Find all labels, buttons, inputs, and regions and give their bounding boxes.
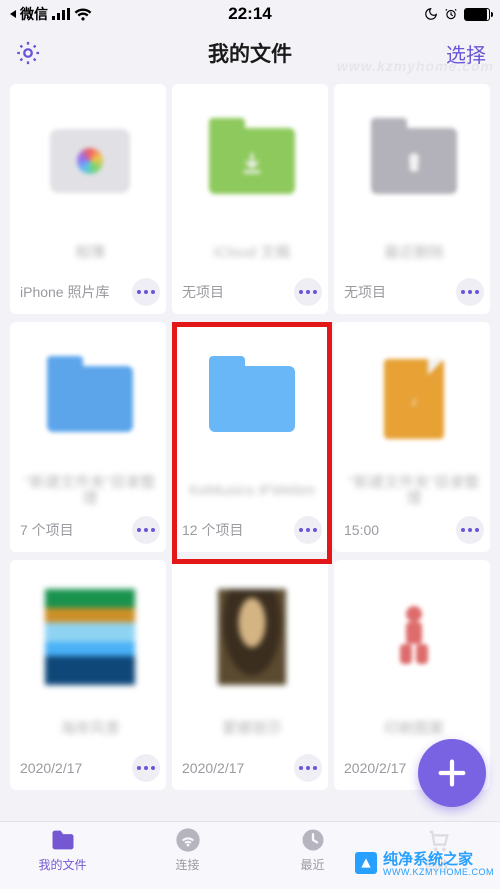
thumb [182,570,322,704]
card-subtitle: 2020/2/17 [20,760,82,776]
cart-icon [424,826,452,854]
add-button[interactable] [418,739,486,807]
card-title: iCloud 文稿 [182,234,322,272]
ellipsis-icon [137,290,155,294]
image-thumbnail [45,592,135,682]
status-right [424,7,490,21]
wifi-icon [74,8,92,21]
select-button[interactable]: 选择 [446,39,486,68]
file-card[interactable]: 海岸风景 2020/2/17 [10,560,166,790]
tab-trash[interactable]: 回收 [375,826,500,889]
file-card[interactable]: 蒙娜丽莎 2020/2/17 [172,560,328,790]
file-card[interactable]: "新建文件夹"目录整理 7 个项目 [10,322,166,552]
tab-bar: 我的文件 连接 最近 回收 [0,821,500,889]
card-subtitle: 2020/2/17 [344,760,406,776]
tab-recent[interactable]: 最近 [250,826,375,889]
tab-label: 最近 [300,856,324,873]
folder-icon [49,826,77,854]
ellipsis-icon [137,528,155,532]
more-button[interactable] [294,754,322,782]
settings-button[interactable] [14,39,42,67]
thumb [182,94,322,228]
thumb [344,570,484,704]
card-title: "新建文件夹"目录整理 [20,472,160,510]
plus-icon [435,756,469,790]
status-bar: 微信 22:14 [0,0,500,28]
trash-folder-icon [369,116,459,206]
ellipsis-icon [461,528,479,532]
clock-icon [299,826,327,854]
file-card[interactable]: 最近删除 无项目 [334,84,490,314]
card-subtitle: 无项目 [344,282,386,302]
status-app-name: 微信 [20,4,48,24]
ellipsis-icon [299,290,317,294]
page-title: 我的文件 [208,38,292,68]
more-button[interactable] [132,278,160,306]
card-title: "新建文件夹"目录整理 [344,472,484,510]
card-subtitle: 12 个项目 [182,520,243,540]
photos-library-icon [45,116,135,206]
ellipsis-icon [299,766,317,770]
thumb: ♪ [344,332,484,466]
tab-label: 连接 [175,856,199,873]
ellipsis-icon [299,528,317,532]
tab-label: 回收 [425,856,449,873]
status-left: 微信 [10,4,92,24]
file-card[interactable]: iCloud 文稿 无项目 [172,84,328,314]
more-button[interactable] [294,516,322,544]
more-button[interactable] [294,278,322,306]
back-chevron-icon [10,10,16,18]
figure-red-icon [369,592,459,682]
image-thumbnail [207,592,297,682]
card-subtitle: 无项目 [182,282,224,302]
thumb [20,570,160,704]
thumb [182,332,322,466]
more-button[interactable] [456,516,484,544]
alarm-icon [444,7,458,21]
dnd-moon-icon [424,7,438,21]
card-subtitle: 2020/2/17 [182,760,244,776]
ellipsis-icon [137,766,155,770]
signal-icon [52,8,70,20]
thumb [20,94,160,228]
icloud-folder-icon [207,116,297,206]
nav-bar: 我的文件 选择 [0,28,500,78]
tab-connect[interactable]: 连接 [125,826,250,889]
card-title: 相簿 [20,234,160,272]
more-button[interactable] [456,278,484,306]
document-orange-icon: ♪ [369,354,459,444]
more-button[interactable] [132,754,160,782]
thumb [20,332,160,466]
card-title: 海岸风景 [20,710,160,748]
file-card[interactable]: ♪ "新建文件夹"目录整理 15:00 [334,322,490,552]
file-card[interactable]: KeMusics IFWebm 12 个项目 [172,322,328,552]
card-subtitle: 7 个项目 [20,520,74,540]
tab-label: 我的文件 [38,856,86,873]
folder-blue-icon [45,354,135,444]
card-title: 蒙娜丽莎 [182,710,322,748]
status-time: 22:14 [228,4,271,24]
thumb [344,94,484,228]
wifi-circle-icon [174,826,202,854]
file-card[interactable]: 相簿 iPhone 照片库 [10,84,166,314]
ellipsis-icon [461,290,479,294]
tab-files[interactable]: 我的文件 [0,826,125,889]
folder-blue-icon [207,354,297,444]
card-subtitle: 15:00 [344,522,379,538]
card-title: KeMusics IFWebm [182,472,322,510]
more-button[interactable] [132,516,160,544]
card-subtitle: iPhone 照片库 [20,282,109,302]
card-title: 最近删除 [344,234,484,272]
battery-icon [464,8,490,21]
